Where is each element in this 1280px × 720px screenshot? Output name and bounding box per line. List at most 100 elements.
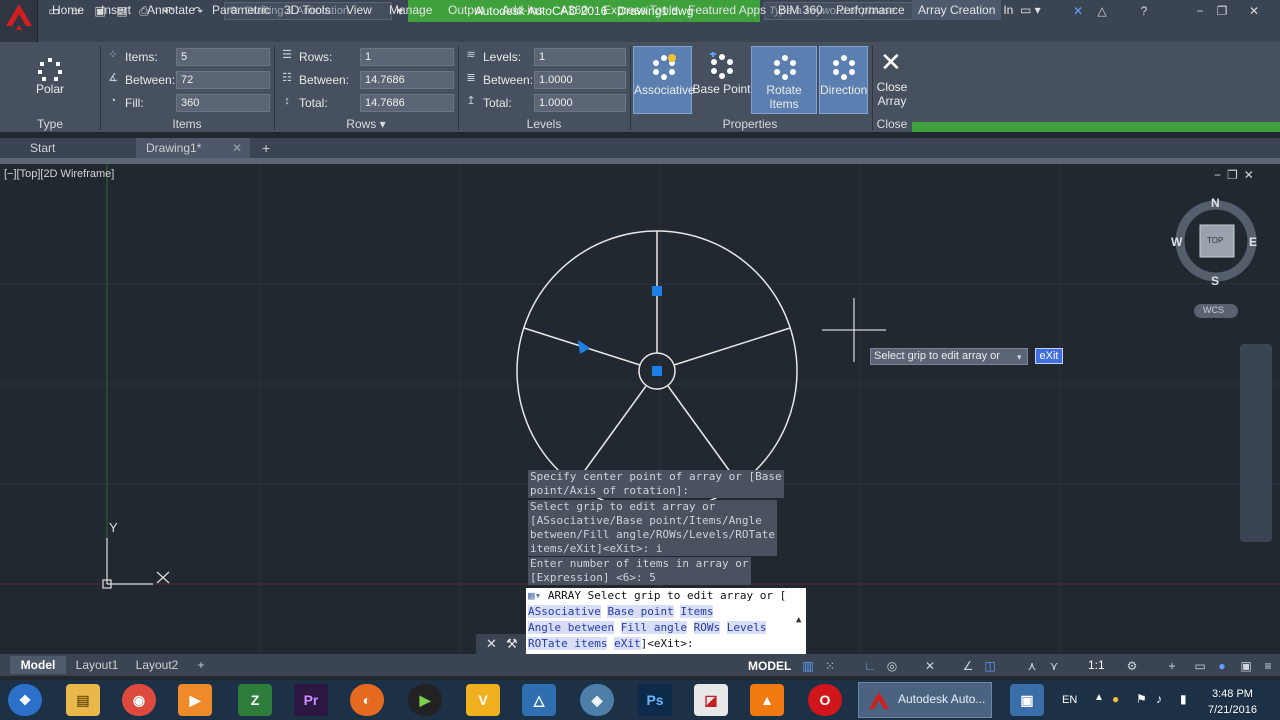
- close-command-line-icon[interactable]: ✕: [486, 634, 497, 654]
- tab-annotate[interactable]: Annotate: [147, 0, 195, 20]
- file-tab-start[interactable]: Start: [20, 138, 132, 158]
- option-base-point[interactable]: Base point: [607, 605, 674, 618]
- layout-tab-model[interactable]: Model: [10, 656, 66, 674]
- levels-total-input[interactable]: [534, 94, 626, 112]
- file-tab-drawing1[interactable]: Drawing1* ✕: [136, 138, 250, 158]
- ortho-mode-icon[interactable]: ∟: [862, 658, 878, 674]
- exchange-apps-icon[interactable]: ✕: [1070, 3, 1086, 19]
- tab-manage[interactable]: Manage: [389, 0, 432, 20]
- viewport-minimize-icon[interactable]: −: [1214, 168, 1227, 182]
- ribbon-options-icon[interactable]: ▭ ▾: [1020, 0, 1041, 20]
- autocad-logo-icon[interactable]: [0, 0, 38, 42]
- media-player-icon[interactable]: ▶: [178, 684, 212, 716]
- annotation-visibility-icon[interactable]: ⋏: [1024, 658, 1040, 674]
- angle-between-input[interactable]: [176, 71, 270, 89]
- tab-performance[interactable]: Performance: [836, 0, 905, 20]
- tab-view[interactable]: View: [346, 0, 372, 20]
- volume-icon[interactable]: ♪: [1156, 692, 1162, 706]
- clean-screen-icon[interactable]: ▣: [1238, 658, 1254, 674]
- object-snap-tracking-icon[interactable]: ∠: [960, 658, 976, 674]
- player-icon[interactable]: ▶: [408, 684, 442, 716]
- option-angle-between[interactable]: Angle between: [528, 621, 615, 634]
- vlc-icon[interactable]: ▲: [750, 684, 784, 716]
- tab-3d-tools[interactable]: 3D Tools: [284, 0, 330, 20]
- rows-between-input[interactable]: [360, 71, 454, 89]
- workspace-switching-icon[interactable]: ⚙: [1124, 658, 1140, 674]
- isolate-objects-icon[interactable]: ●: [1214, 658, 1230, 674]
- new-layout-plus-icon[interactable]: +: [192, 656, 210, 674]
- close-window-icon[interactable]: ✕: [1246, 3, 1262, 19]
- vectorize-icon[interactable]: V: [466, 684, 500, 716]
- network-computer-icon[interactable]: ▣: [1010, 684, 1044, 716]
- direction-button[interactable]: Direction: [819, 46, 868, 114]
- tray-app-icon[interactable]: ●: [1112, 692, 1119, 706]
- annotation-monitor-icon[interactable]: +: [1164, 658, 1180, 674]
- help-icon[interactable]: ?: [1136, 3, 1152, 19]
- wcs-menu[interactable]: WCS: [1203, 305, 1224, 315]
- tab-a360[interactable]: A360: [560, 0, 588, 20]
- option-associative[interactable]: ASsociative: [528, 605, 601, 618]
- tab-output[interactable]: Output: [448, 0, 484, 20]
- layout-tab-layout1[interactable]: Layout1: [68, 656, 126, 674]
- fill-angle-input[interactable]: [176, 94, 270, 112]
- close-tab-icon[interactable]: ✕: [232, 138, 242, 158]
- grid-display-icon[interactable]: ▥: [800, 658, 816, 674]
- customize-icon[interactable]: ⚒: [506, 634, 518, 654]
- items-count-input[interactable]: [176, 48, 270, 66]
- file-explorer-icon[interactable]: ▤: [66, 684, 100, 716]
- tab-parametric[interactable]: Parametric: [212, 0, 270, 20]
- viewport-restore-icon[interactable]: ❐: [1227, 168, 1244, 182]
- rotate-items-button[interactable]: Rotate Items: [751, 46, 817, 114]
- clock-date[interactable]: 7/21/2016: [1208, 704, 1257, 716]
- viewcube-north[interactable]: N: [1211, 196, 1220, 210]
- viewcube-south[interactable]: S: [1211, 274, 1219, 288]
- polar-tracking-icon[interactable]: ◎: [884, 658, 900, 674]
- photoshop-icon[interactable]: Ps: [638, 684, 672, 716]
- grip-center[interactable]: [652, 366, 662, 376]
- inventor-icon[interactable]: △: [522, 684, 556, 716]
- tab-add-ins[interactable]: Add-ins: [502, 0, 543, 20]
- option-rows[interactable]: ROWs: [693, 621, 721, 634]
- a360-icon[interactable]: △: [1094, 3, 1110, 19]
- premiere-icon[interactable]: Pr: [294, 684, 328, 716]
- model-space-toggle[interactable]: MODEL: [748, 658, 791, 674]
- tab-express-tools[interactable]: Express Tools: [603, 0, 677, 20]
- option-fill-angle[interactable]: Fill angle: [620, 621, 687, 634]
- grip-fill-angle[interactable]: [578, 340, 590, 354]
- language-indicator[interactable]: EN: [1062, 694, 1077, 706]
- units-icon[interactable]: ▭: [1192, 658, 1208, 674]
- chrome-icon[interactable]: ◉: [122, 684, 156, 716]
- option-rotate-items[interactable]: ROTate items: [528, 637, 608, 650]
- viewcube-top-face[interactable]: TOP: [1207, 236, 1223, 245]
- firefox-icon[interactable]: ◐: [350, 684, 384, 716]
- associative-button[interactable]: Associative: [633, 46, 695, 114]
- office-icon[interactable]: ◪: [694, 684, 728, 716]
- rows-total-input[interactable]: [360, 94, 454, 112]
- rows-count-input[interactable]: [360, 48, 454, 66]
- tray-expand-icon[interactable]: ▲: [1094, 692, 1104, 703]
- customization-menu-icon[interactable]: ≡: [1260, 658, 1276, 674]
- minimize-window-icon[interactable]: −: [1192, 3, 1208, 19]
- tab-insert[interactable]: Insert: [101, 0, 131, 20]
- opera-icon[interactable]: O: [808, 684, 842, 716]
- tab-featured-apps[interactable]: Featured Apps: [688, 0, 766, 20]
- viewport-close-icon[interactable]: ✕: [1244, 168, 1260, 182]
- viewcube[interactable]: [1175, 200, 1257, 318]
- viewcube-east[interactable]: E: [1249, 235, 1257, 249]
- snap-mode-icon[interactable]: ⁙: [822, 658, 838, 674]
- polar-button[interactable]: Polar: [22, 46, 78, 114]
- option-items[interactable]: Items: [680, 605, 714, 618]
- bridge-icon[interactable]: ◈: [580, 684, 614, 716]
- option-levels[interactable]: Levels: [726, 621, 767, 634]
- base-point-button[interactable]: Base Point: [692, 46, 751, 114]
- viewcube-west[interactable]: W: [1171, 235, 1182, 249]
- viewport-controls-label[interactable]: [−][Top][2D Wireframe]: [4, 168, 114, 180]
- clock-time[interactable]: 3:48 PM: [1212, 688, 1253, 700]
- restore-window-icon[interactable]: ❐: [1214, 3, 1230, 19]
- options-dropdown-icon[interactable]: ▾: [1017, 350, 1022, 365]
- object-snap-icon[interactable]: ◫: [982, 658, 998, 674]
- signal-icon[interactable]: ▮: [1180, 692, 1187, 706]
- tray-flag-icon[interactable]: ⚑: [1136, 692, 1147, 706]
- tab-bim-360[interactable]: BIM 360: [778, 0, 823, 20]
- windows-start-icon[interactable]: ❖: [8, 684, 42, 716]
